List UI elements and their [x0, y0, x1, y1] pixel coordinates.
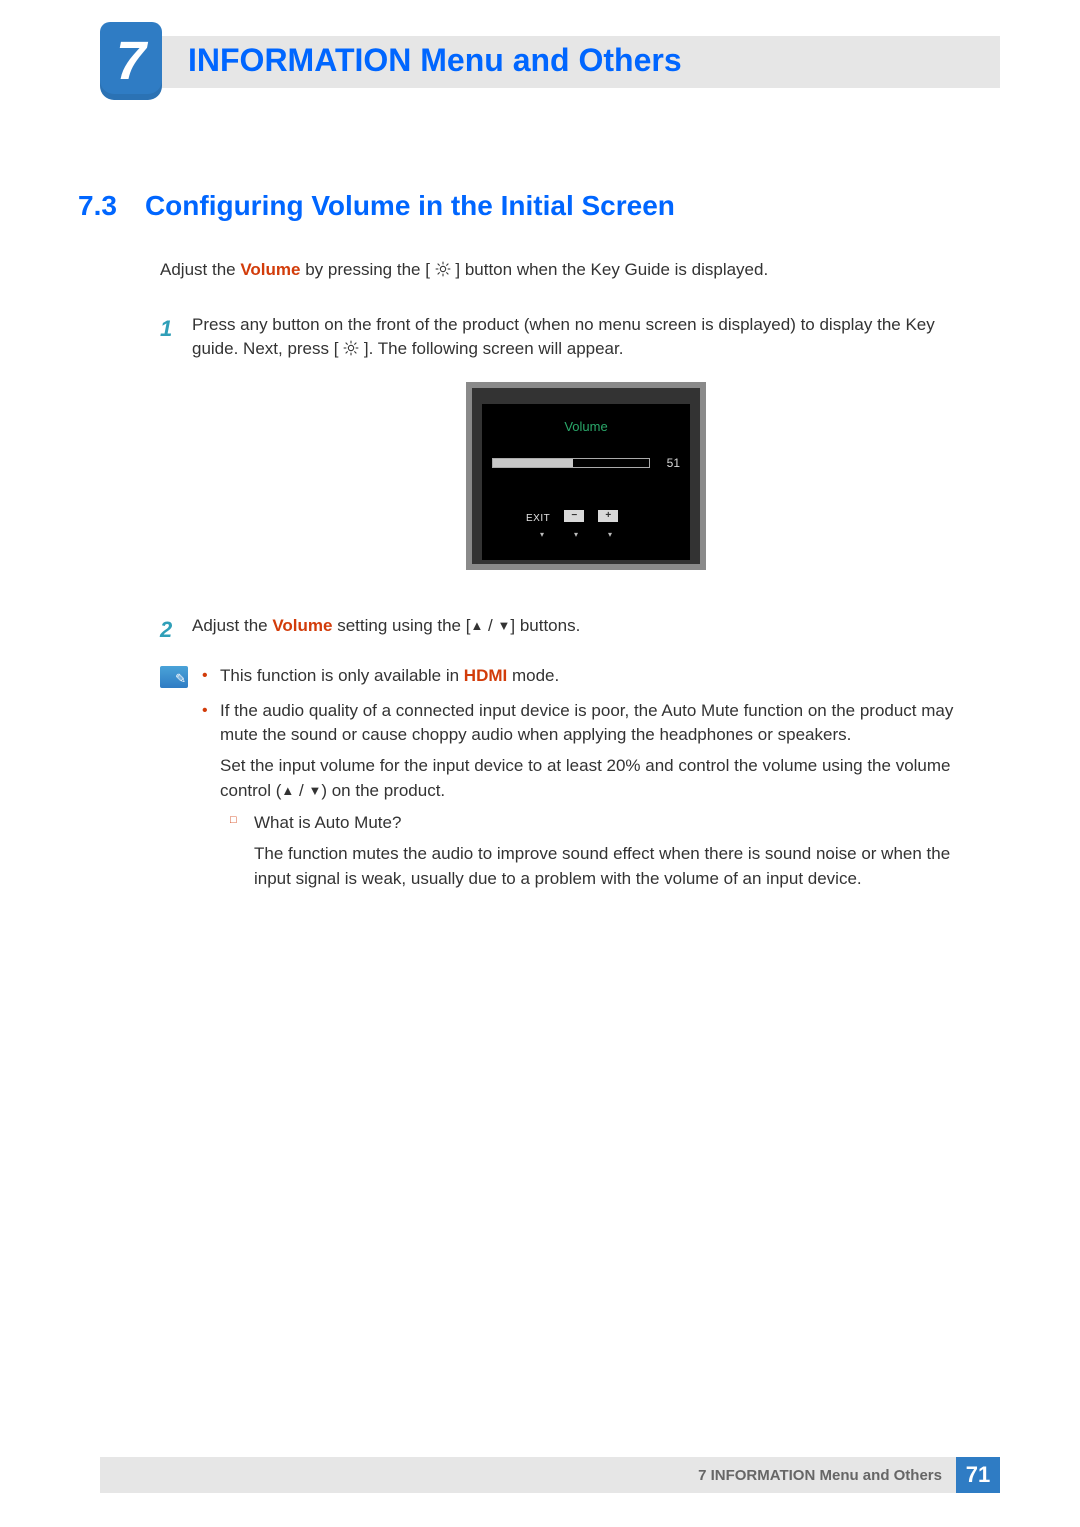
text: setting using the [: [332, 616, 470, 635]
chapter-tab: 7: [100, 22, 162, 100]
chapter-title: INFORMATION Menu and Others: [188, 42, 682, 79]
osd-frame: Volume 51 EXIT − +: [466, 382, 706, 570]
footer: 7 INFORMATION Menu and Others 71: [100, 1457, 1000, 1493]
down-arrow-icon: ▾: [566, 529, 586, 541]
hdmi-keyword: HDMI: [464, 666, 507, 685]
note-sublist: What is Auto Mute? The function mutes th…: [220, 811, 980, 891]
step-number: 2: [160, 614, 178, 646]
down-arrow-icon: ▾: [532, 529, 552, 541]
osd-minus-button: −: [564, 510, 584, 522]
page-number: 71: [956, 1457, 1000, 1493]
osd-volume-track: [492, 458, 650, 468]
text: ] buttons.: [510, 616, 580, 635]
text: This function is only available in: [220, 666, 464, 685]
note-body: This function is only available in HDMI …: [202, 664, 980, 901]
note-bullet: This function is only available in HDMI …: [202, 664, 980, 689]
text: by pressing the [: [300, 260, 434, 279]
osd-volume-fill: [493, 459, 573, 467]
content-area: Adjust the Volume by pressing the [ ] bu…: [160, 258, 980, 901]
step-number: 1: [160, 313, 178, 597]
osd-volume-value: 51: [658, 455, 680, 472]
osd-exit-label: EXIT: [526, 510, 550, 527]
osd-plus-button: +: [598, 510, 618, 522]
up-triangle-icon: ▲: [281, 782, 294, 801]
note-bullet-list: This function is only available in HDMI …: [202, 664, 980, 891]
text: ] button when the Key Guide is displayed…: [451, 260, 769, 279]
up-triangle-icon: ▲: [470, 617, 483, 636]
osd-title: Volume: [492, 418, 680, 437]
text: Adjust the: [192, 616, 272, 635]
step-2: 2 Adjust the Volume setting using the [▲…: [160, 614, 980, 646]
down-arrow-icon: ▾: [600, 529, 620, 541]
text: mode.: [507, 666, 559, 685]
text: The function mutes the audio to improve …: [254, 842, 980, 891]
text: What is Auto Mute?: [254, 811, 980, 836]
section-heading: 7.3 Configuring Volume in the Initial Sc…: [78, 190, 675, 222]
text: Adjust the: [160, 260, 240, 279]
brightness-icon: [343, 339, 359, 364]
step-body: Adjust the Volume setting using the [▲ /…: [192, 614, 980, 646]
note-icon: [160, 666, 188, 688]
chapter-number: 7: [116, 30, 146, 92]
osd-button-row: EXIT − +: [492, 510, 680, 527]
osd-screenshot: Volume 51 EXIT − +: [192, 382, 980, 570]
text: Set the input volume for the input devic…: [220, 754, 980, 803]
step-1: 1 Press any button on the front of the p…: [160, 313, 980, 597]
osd-inner: Volume 51 EXIT − +: [482, 404, 690, 560]
brightness-icon: [435, 260, 451, 285]
volume-keyword: Volume: [240, 260, 300, 279]
section-number: 7.3: [78, 190, 117, 222]
note-bullet: If the audio quality of a connected inpu…: [202, 699, 980, 891]
osd-bar-row: 51: [492, 455, 680, 472]
volume-keyword: Volume: [272, 616, 332, 635]
note-block: This function is only available in HDMI …: [160, 664, 980, 901]
step-body: Press any button on the front of the pro…: [192, 313, 980, 597]
osd-down-markers: ▾ ▾ ▾: [492, 529, 680, 541]
section-title: Configuring Volume in the Initial Screen: [145, 190, 675, 222]
text: ) on the product.: [321, 781, 445, 800]
text: ]. The following screen will appear.: [359, 339, 623, 358]
intro-paragraph: Adjust the Volume by pressing the [ ] bu…: [160, 258, 980, 285]
text: If the audio quality of a connected inpu…: [220, 699, 980, 748]
down-triangle-icon: ▼: [308, 782, 321, 801]
note-sub-item: What is Auto Mute? The function mutes th…: [220, 811, 980, 891]
footer-bar: 7 INFORMATION Menu and Others: [100, 1457, 956, 1493]
down-triangle-icon: ▼: [498, 617, 511, 636]
